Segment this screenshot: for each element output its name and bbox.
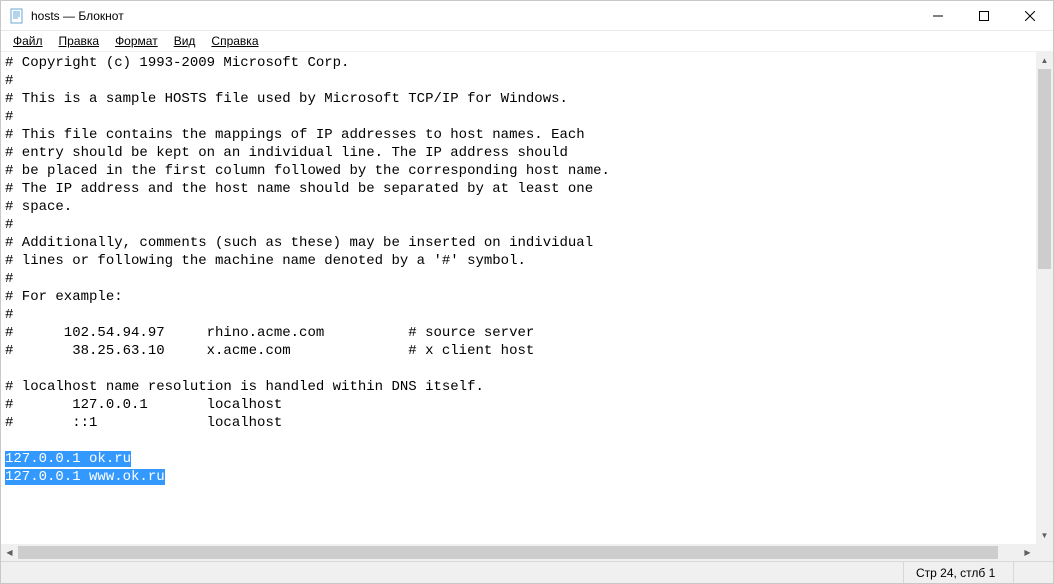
- scroll-left-button[interactable]: ◀: [1, 544, 18, 561]
- horizontal-scroll-thumb[interactable]: [18, 546, 998, 559]
- scroll-right-button[interactable]: ▶: [1019, 544, 1036, 561]
- horizontal-scroll-track[interactable]: [18, 544, 1019, 561]
- vertical-scroll-track[interactable]: [1036, 69, 1053, 527]
- maximize-button[interactable]: [961, 1, 1007, 31]
- vertical-scroll-thumb[interactable]: [1038, 69, 1051, 269]
- scroll-down-button[interactable]: ▼: [1036, 527, 1053, 544]
- minimize-button[interactable]: [915, 1, 961, 31]
- scroll-corner: [1036, 544, 1053, 561]
- window-title: hosts — Блокнот: [31, 9, 124, 23]
- text-editor[interactable]: # Copyright (c) 1993-2009 Microsoft Corp…: [1, 52, 1053, 561]
- menu-file[interactable]: Файл: [5, 32, 51, 50]
- selected-text: 127.0.0.1 ok.ru: [5, 451, 131, 467]
- vertical-scrollbar[interactable]: ▲ ▼: [1036, 52, 1053, 544]
- menu-format[interactable]: Формат: [107, 32, 166, 50]
- menu-view[interactable]: Вид: [166, 32, 204, 50]
- editor-area: # Copyright (c) 1993-2009 Microsoft Corp…: [1, 52, 1053, 561]
- menubar: Файл Правка Формат Вид Справка: [1, 31, 1053, 52]
- titlebar: hosts — Блокнот: [1, 1, 1053, 31]
- close-button[interactable]: [1007, 1, 1053, 31]
- notepad-icon: [9, 8, 25, 24]
- status-empty: [1013, 562, 1053, 583]
- statusbar: Стр 24, стлб 1: [1, 561, 1053, 583]
- menu-edit[interactable]: Правка: [51, 32, 108, 50]
- scroll-up-button[interactable]: ▲: [1036, 52, 1053, 69]
- horizontal-scrollbar[interactable]: ◀ ▶: [1, 544, 1036, 561]
- selected-text: 127.0.0.1 www.ok.ru: [5, 469, 165, 485]
- status-cursor-pos: Стр 24, стлб 1: [903, 562, 1013, 583]
- menu-help[interactable]: Справка: [203, 32, 266, 50]
